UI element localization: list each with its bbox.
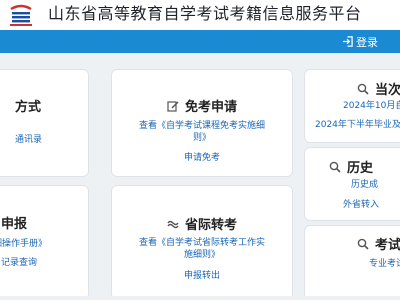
search-icon xyxy=(357,238,369,250)
site-logo xyxy=(10,4,32,26)
exemption-rules-link-cont[interactable]: 则》 xyxy=(116,132,288,144)
card-contact[interactable]: 方式 通讯录 xyxy=(0,69,89,177)
nav-bar: 登录 xyxy=(0,30,400,53)
card-title: 申报 xyxy=(1,217,28,232)
login-button[interactable]: 登录 xyxy=(342,33,378,50)
login-icon xyxy=(342,36,353,47)
contact-link[interactable]: 通讯录 xyxy=(1,134,42,146)
card-exemption[interactable]: 免考申请 查看《自学考试课程免考实施细 则》 申请免考 xyxy=(111,69,293,177)
graduation-link[interactable]: 2024年下半年毕业及 xyxy=(315,119,400,131)
card-history-results[interactable]: 历史 历史成 外省转入 xyxy=(304,147,400,221)
record-query-link[interactable]: 记录查询 xyxy=(0,257,37,269)
page-bottom xyxy=(0,296,400,300)
history-results-link[interactable]: 历史成 xyxy=(351,179,378,191)
card-current-results[interactable]: 当次 2024年10月自 2024年下半年毕业及 xyxy=(304,69,400,143)
apply-exemption-link[interactable]: 申请免考 xyxy=(116,152,288,164)
search-icon xyxy=(329,161,341,173)
card-apply[interactable]: 申报 细操作手册》 记录查询 xyxy=(0,185,89,300)
major-exam-link[interactable]: 专业考试 xyxy=(369,258,400,270)
transfer-rules-link[interactable]: 查看《自学考试省际转考工作实 xyxy=(116,237,288,249)
exemption-rules-link[interactable]: 查看《自学考试课程免考实施细 xyxy=(116,120,288,132)
transfer-rules-link-cont[interactable]: 施细则》 xyxy=(116,249,288,261)
card-title: 考试 xyxy=(375,238,400,253)
card-transfer[interactable]: 省际转考 查看《自学考试省际转考工作实 施细则》 申报转出 xyxy=(111,185,293,300)
search-icon xyxy=(357,83,369,95)
card-title: 免考申请 xyxy=(184,100,237,115)
site-header: 山东省高等教育自学考试考籍信息服务平台 xyxy=(0,0,400,30)
apply-transfer-out-link[interactable]: 申报转出 xyxy=(116,270,288,282)
login-label: 登录 xyxy=(356,35,378,49)
transfer-icon xyxy=(167,220,179,229)
transfer-in-link[interactable]: 外省转入 xyxy=(343,199,379,211)
card-title: 历史 xyxy=(347,161,374,176)
card-title: 当次 xyxy=(375,83,400,98)
card-exam[interactable]: 考试 专业考试 xyxy=(304,225,400,300)
manual-link[interactable]: 细操作手册》 xyxy=(0,238,47,250)
edit-icon xyxy=(167,101,179,112)
card-title: 方式 xyxy=(15,100,42,115)
current-results-link[interactable]: 2024年10月自 xyxy=(343,100,400,112)
card-title: 省际转考 xyxy=(184,218,237,233)
site-title: 山东省高等教育自学考试考籍信息服务平台 xyxy=(48,4,362,23)
